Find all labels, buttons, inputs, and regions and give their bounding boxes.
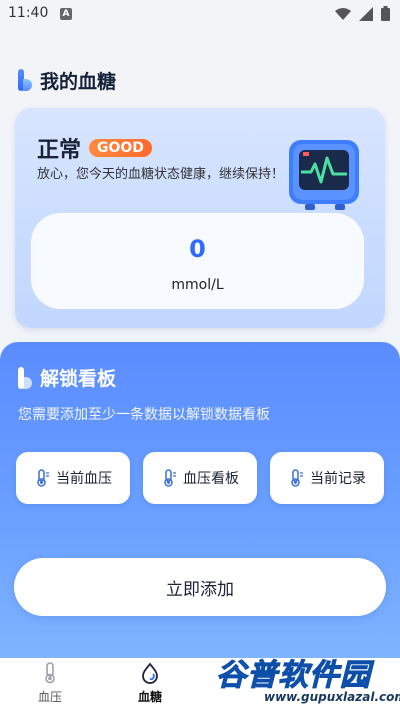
watermark-logo: 谷普软件园 www.gupuxlazal.com (216, 650, 400, 712)
nav-label: 血糖 (137, 690, 162, 704)
notification-letter: A (62, 9, 70, 19)
glucose-status-card: 正常 GOOD 放心，您今天的血糖状态健康，继续保持！ 0 mmol/L (15, 108, 385, 328)
good-badge: GOOD (89, 139, 152, 157)
app-logo-icon (18, 69, 32, 91)
status-time: 11:40 (8, 5, 49, 21)
thermometer-icon (164, 469, 176, 487)
add-button-label: 立即添加 (166, 579, 234, 600)
blood-pressure-dashboard-button[interactable]: 血压看板 (143, 452, 257, 504)
signal-icon (359, 6, 373, 21)
nav-item-blood-pressure[interactable]: 血压 (20, 662, 80, 705)
current-records-button[interactable]: 当前记录 (270, 452, 384, 504)
current-blood-pressure-button[interactable]: 当前血压 (16, 452, 130, 504)
blood-drop-icon (142, 662, 158, 684)
watermark-url: www.gupuxlazal.com (264, 690, 400, 704)
thermometer-icon (37, 469, 49, 487)
monitor-illustration-icon (289, 140, 359, 210)
notification-icon: A (60, 8, 72, 20)
reading-value: 0 (189, 235, 206, 263)
nav-item-blood-sugar[interactable]: 血糖 (120, 662, 180, 705)
section-logo-icon (18, 366, 32, 389)
thermometer-icon (45, 662, 55, 684)
unlock-header: 解锁看板 (18, 364, 116, 391)
status-bar: 11:40 A (0, 0, 400, 28)
status-message: 放心，您今天的血糖状态健康，继续保持！ (37, 167, 285, 182)
thermometer-icon (291, 469, 303, 487)
reading-display: 0 mmol/L (31, 213, 364, 309)
reading-unit: mmol/L (171, 277, 224, 293)
unlock-dashboard-panel: 解锁看板 您需要添加至少一条数据以解锁数据看板 当前血压 血压看板 当前记录 立… (0, 342, 400, 658)
status-row: 正常 GOOD (37, 132, 152, 164)
action-label: 当前血压 (56, 471, 112, 487)
page-header: 我的血糖 (18, 68, 117, 93)
watermark-brand: 谷普软件园 (216, 658, 371, 694)
battery-icon (381, 6, 390, 21)
add-now-button[interactable]: 立即添加 (14, 558, 386, 616)
unlock-title: 解锁看板 (40, 368, 117, 390)
action-buttons: 当前血压 血压看板 当前记录 (16, 452, 384, 506)
status-text: 正常 (37, 138, 82, 163)
wifi-icon (335, 7, 351, 20)
unlock-description: 您需要添加至少一条数据以解锁数据看板 (18, 407, 270, 423)
status-icons (335, 6, 390, 21)
page-title: 我的血糖 (40, 70, 117, 93)
action-label: 血压看板 (183, 471, 239, 487)
action-label: 当前记录 (310, 471, 366, 487)
nav-label: 血压 (37, 690, 62, 704)
